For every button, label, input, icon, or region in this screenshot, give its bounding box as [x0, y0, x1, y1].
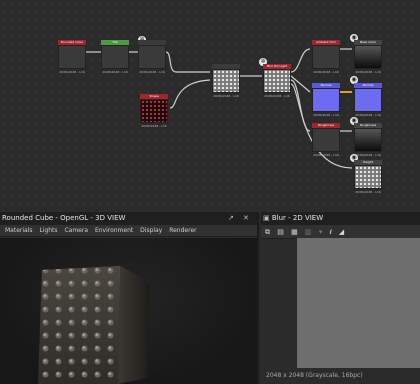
tiling-icon[interactable]: ▥: [305, 228, 312, 236]
node-caption: 2048x2048 - L16: [313, 113, 339, 117]
2d-view-title-bar: ▣ Blur - 2D VIEW: [261, 212, 420, 225]
grid-icon[interactable]: ▦: [291, 228, 298, 236]
graph-node-rounded-cube[interactable]: Rounded Cube 2048x2048 - L16: [58, 40, 86, 74]
node-thumbnail: [58, 45, 86, 69]
node-thumbnail: [212, 69, 240, 93]
node-thumbnail: [138, 45, 166, 69]
menu-camera[interactable]: Camera: [64, 227, 88, 234]
graph-node-output-height[interactable]: Height 2048x2048 - L16: [354, 160, 382, 194]
node-thumbnail: [263, 69, 291, 93]
cube-side-face: [118, 266, 150, 384]
menu-renderer[interactable]: Renderer: [169, 227, 196, 234]
graph-node-output-roughness[interactable]: Roughness 2048x2048 - L16: [354, 123, 382, 157]
node-caption: 2048x2048 - L16: [355, 70, 381, 74]
node-thumbnail: [354, 165, 382, 189]
node-thumbnail: [354, 128, 382, 152]
node-caption: 2048x2048 - L16: [355, 113, 381, 117]
menu-environment[interactable]: Environment: [95, 227, 133, 234]
node-header: Blur HQ Light: [263, 64, 291, 69]
node-thumbnail: [312, 88, 340, 112]
3d-view-title-bar: Rounded Cube - OpenGL - 3D VIEW ↗ ✕: [0, 212, 257, 225]
node-caption: 2048x2048 - L16: [59, 70, 85, 74]
save-icon[interactable]: ▤: [277, 228, 284, 236]
menu-lights[interactable]: Lights: [39, 227, 57, 234]
2d-preview-canvas[interactable]: [297, 238, 420, 368]
wire-6: [290, 48, 311, 73]
graph-node-ambient-occlusion[interactable]: Ambient Occl 2048x2048 - L16: [312, 40, 340, 74]
node-thumbnail: [354, 88, 382, 112]
node-thumbnail: [354, 45, 382, 69]
pin-icon[interactable]: ↗: [228, 212, 234, 225]
graph-node-normal[interactable]: Normal 2048x2048 - L16: [312, 83, 340, 117]
2d-view-icon: ▣: [263, 214, 272, 222]
node-caption: 2048x2048 - L16: [141, 124, 167, 128]
graph-node-blur[interactable]: Blur HQ Light 2048x2048 - L16: [263, 64, 291, 98]
node-thumbnail: [312, 128, 340, 152]
menu-display[interactable]: Display: [140, 227, 162, 234]
graph-node-blend[interactable]: 2048x2048 - L16: [212, 64, 240, 98]
node-thumbnail: [101, 45, 129, 69]
2d-view-title: Blur - 2D VIEW: [271, 214, 324, 222]
graph-node-output-normal[interactable]: Normal 2048x2048 - L16: [354, 83, 382, 117]
copy-icon[interactable]: ⧉: [265, 228, 270, 236]
node-header: Ambient Occl: [312, 40, 340, 45]
2d-view-toolbar: ⧉ ▤ ▦ ▥ ▾ 𝒊 ◢: [261, 225, 420, 239]
node-graph[interactable]: Rounded Cube 2048x2048 - L16 Tile 2048x2…: [0, 0, 420, 212]
node-header: Rounded Cube: [58, 40, 86, 45]
node-caption: 2048x2048 - L16: [313, 70, 339, 74]
3d-view-title: Rounded Cube - OpenGL - 3D VIEW: [2, 214, 126, 222]
wire-4: [169, 79, 211, 109]
menu-materials[interactable]: Materials: [5, 227, 33, 234]
node-thumbnail: [140, 99, 168, 123]
rounded-cube-render: [38, 266, 150, 384]
wire-7: [290, 75, 311, 93]
graph-node-output-basecolor[interactable]: Base Color 2048x2048 - L16: [354, 40, 382, 74]
node-caption: 2048x2048 - L16: [264, 94, 290, 98]
node-thumbnail: [312, 45, 340, 69]
node-caption: 2048x2048 - L16: [213, 94, 239, 98]
3d-view-panel: Rounded Cube - OpenGL - 3D VIEW ↗ ✕ Mate…: [0, 212, 259, 384]
channel-dropdown-icon[interactable]: ▾: [319, 228, 323, 236]
node-caption: 2048x2048 - L16: [139, 70, 165, 74]
histogram-icon[interactable]: ◢: [339, 228, 344, 236]
node-caption: 2048x2048 - L16: [313, 153, 339, 157]
node-caption: 2048x2048 - L16: [102, 70, 128, 74]
graph-node-tile[interactable]: Tile 2048x2048 - L16: [101, 40, 129, 74]
graph-node-shape[interactable]: Shape 2048x2048 - L16: [140, 94, 168, 128]
graph-node-3[interactable]: 2048x2048 - L16: [138, 40, 166, 74]
graph-node-roughness[interactable]: Roughness 2048x2048 - L16: [312, 123, 340, 157]
2d-view-status: 2048 x 2048 (Grayscale, 16bpc): [266, 372, 363, 379]
node-caption: 2048x2048 - L16: [355, 153, 381, 157]
3d-viewport[interactable]: [0, 238, 257, 384]
wire-3: [165, 51, 210, 73]
info-icon[interactable]: 𝒊: [330, 228, 332, 236]
close-icon[interactable]: ✕: [243, 212, 249, 225]
3d-view-menubar: Materials Lights Camera Environment Disp…: [0, 225, 257, 237]
2d-view-panel: ▣ Blur - 2D VIEW ⧉ ▤ ▦ ▥ ▾ 𝒊 ◢ 2048 x 20…: [261, 212, 420, 384]
node-caption: 2048x2048 - L16: [355, 190, 381, 194]
